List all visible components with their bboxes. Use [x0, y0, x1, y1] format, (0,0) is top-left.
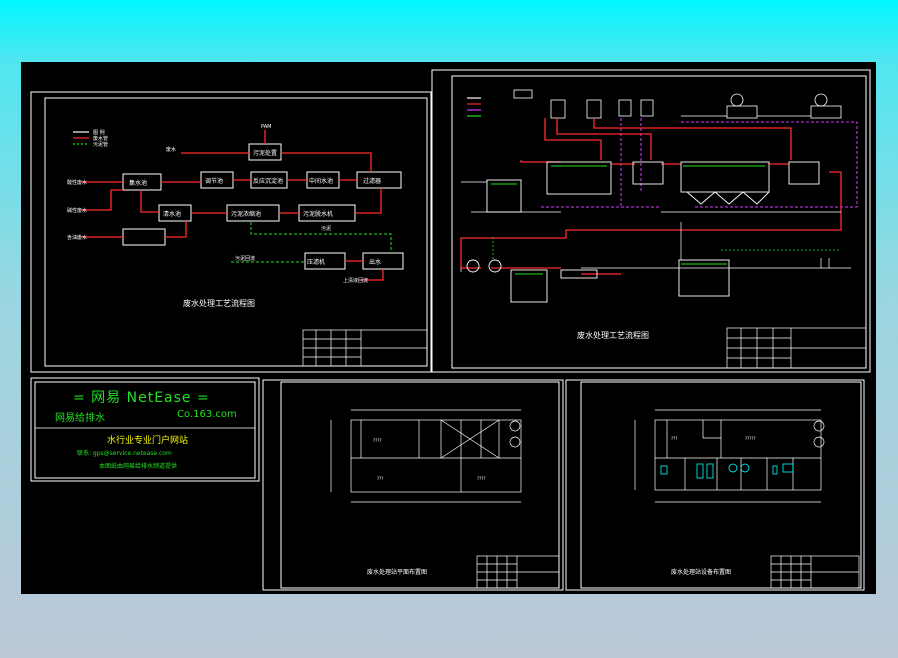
plan-left-title: 废水处理站平面布置图	[367, 568, 427, 576]
node-middle: 中间水池	[309, 178, 334, 185]
svg-text:酸性废水: 酸性废水	[67, 179, 87, 186]
svg-text:????: ????	[477, 476, 486, 481]
netease-subtitle-right: Co.163.com	[177, 409, 237, 420]
flow-right-title: 废水处理工艺流程图	[577, 330, 649, 340]
node-press: 压滤机	[307, 259, 326, 266]
node-filter: 过滤器	[363, 178, 382, 185]
svg-text:碱性废水: 碱性废水	[67, 207, 87, 214]
node-collection: 集水池	[129, 180, 148, 187]
node-outlet: 出水	[369, 259, 382, 266]
netease-contact: 联系: gps@service.netease.com	[77, 450, 172, 457]
svg-text:???: ???	[377, 476, 383, 481]
netease-title: = 网易 NetEase =	[73, 390, 210, 406]
node-clear: 清水池	[163, 211, 182, 218]
svg-text:PAM: PAM	[261, 124, 271, 130]
node-dewater: 污泥脱水机	[303, 211, 334, 218]
node-sludge-disposal: 污泥处置	[253, 150, 278, 157]
svg-text:污泥管: 污泥管	[93, 141, 108, 148]
node-reaction: 反应沉淀池	[253, 178, 284, 185]
flow-left-title: 废水处理工艺流程图	[183, 298, 255, 308]
svg-text:废水管: 废水管	[93, 135, 108, 142]
node-regulation: 调节池	[205, 178, 224, 185]
svg-text:废水: 废水	[166, 146, 176, 153]
svg-text:污泥回流: 污泥回流	[235, 255, 255, 262]
svg-text:上清液回流: 上清液回流	[343, 277, 368, 284]
svg-text:???: ???	[671, 436, 677, 441]
netease-subtitle-left: 网易给排水	[55, 413, 105, 424]
netease-note: 本图纸由网易给排水频道提供	[99, 463, 178, 470]
svg-text:含油废水: 含油废水	[67, 234, 87, 241]
svg-text:????: ????	[373, 438, 382, 443]
svg-text:图 例: 图 例	[93, 129, 105, 136]
node-thickener: 污泥浓缩池	[231, 211, 262, 218]
cad-drawing-canvas[interactable]: 图 例 废水管 污泥管 PAM 废水 酸性废水 碱性废水 含油废水 污泥回流 上…	[21, 62, 876, 594]
svg-text:污泥: 污泥	[321, 225, 331, 232]
cad-drawing: 图 例 废水管 污泥管 PAM 废水 酸性废水 碱性废水 含油废水 污泥回流 上…	[30, 69, 871, 591]
netease-portal: 水行业专业门户网站	[107, 436, 189, 446]
plan-right-title: 废水处理站设备布置图	[671, 568, 731, 576]
svg-text:?????: ?????	[745, 436, 756, 441]
